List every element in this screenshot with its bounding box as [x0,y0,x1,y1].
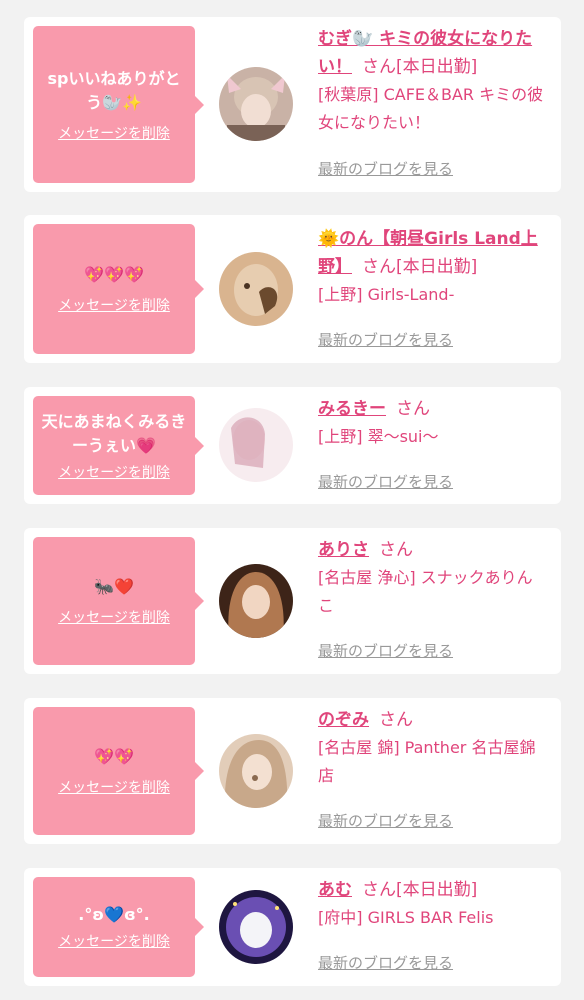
cast-info: あむ さん[本日出勤] [府中] GIRLS BAR Felis [318,876,548,932]
message-text: 💖💖 [94,747,134,766]
status-badge: [本日出勤] [396,57,478,77]
message-bubble: 💖💖💖 メッセージを削除 [33,224,204,354]
status-badge: [本日出勤] [396,880,478,900]
message-text: spいいねありがとう🦭✨ [47,68,181,112]
delete-message-link[interactable]: メッセージを削除 [58,123,170,143]
cast-name-link[interactable]: あむ [318,880,352,900]
shop-name: [名古屋 錦] Panther 名古屋錦店 [318,738,536,785]
cast-info: ありさ さん [名古屋 浄心] スナックありんこ [318,536,548,620]
avatar[interactable] [219,252,293,326]
message-bubble: 💖💖 メッセージを削除 [33,707,204,835]
avatar[interactable] [219,67,293,141]
delete-message-link[interactable]: メッセージを削除 [58,607,170,627]
honorific: さん [362,880,396,900]
message-bubble: 🐜❤️ メッセージを削除 [33,537,204,665]
latest-blog-link[interactable]: 最新のブログを見る [318,952,453,973]
honorific: さん [379,710,413,730]
latest-blog-link[interactable]: 最新のブログを見る [318,640,453,661]
honorific: さん [362,257,396,277]
message-text: .°ʚ💙ɞ°. [78,905,150,924]
cast-info: のぞみ さん [名古屋 錦] Panther 名古屋錦店 [318,706,548,790]
avatar[interactable] [219,890,293,964]
honorific: さん [396,399,430,419]
delete-message-link[interactable]: メッセージを削除 [58,931,170,951]
message-bubble: 天にあまねくみるきーうぇい💗 メッセージを削除 [33,396,204,495]
shop-name: [上野] 翠〜sui〜 [318,427,439,446]
shop-name: [名古屋 浄心] スナックありんこ [318,568,533,615]
delete-message-link[interactable]: メッセージを削除 [58,462,170,482]
avatar[interactable] [219,734,293,808]
message-bubble: .°ʚ💙ɞ°. メッセージを削除 [33,877,204,977]
message-list: spいいねありがとう🦭✨ メッセージを削除 むぎ🦭 キミの彼女になりたい！ さん[… [0,0,584,1000]
shop-name: [上野] Girls-Land- [318,285,455,304]
latest-blog-link[interactable]: 最新のブログを見る [318,329,453,350]
avatar[interactable] [219,564,293,638]
cast-info: みるきー さん [上野] 翠〜sui〜 [318,395,548,451]
cast-name-link[interactable]: みるきー [318,399,386,419]
delete-message-link[interactable]: メッセージを削除 [58,777,170,797]
message-text: 天にあまねくみるきーうぇい💗 [41,411,187,455]
cast-info: むぎ🦭 キミの彼女になりたい！ さん[本日出勤] [秋葉原] CAFE＆BAR キ… [318,25,548,137]
message-card: 💖💖💖 メッセージを削除 🌞のん【朝昼Girls Land上野】 さん[本日出勤]… [24,215,561,363]
message-card: 🐜❤️ メッセージを削除 ありさ さん [名古屋 浄心] スナックありんこ 最新の… [24,528,561,674]
message-card: spいいねありがとう🦭✨ メッセージを削除 むぎ🦭 キミの彼女になりたい！ さん[… [24,17,561,192]
latest-blog-link[interactable]: 最新のブログを見る [318,471,453,492]
avatar[interactable] [219,408,293,482]
message-bubble: spいいねありがとう🦭✨ メッセージを削除 [33,26,204,183]
latest-blog-link[interactable]: 最新のブログを見る [318,810,453,831]
shop-name: [秋葉原] CAFE＆BAR キミの彼女になりたい！ [318,85,544,132]
message-card: .°ʚ💙ɞ°. メッセージを削除 あむ さん[本日出勤] [府中] GIRLS B… [24,868,561,986]
message-text: 🐜❤️ [94,577,134,596]
message-text: 💖💖💖 [84,265,144,284]
cast-name-link[interactable]: のぞみ [318,710,369,730]
delete-message-link[interactable]: メッセージを削除 [58,295,170,315]
message-card: 天にあまねくみるきーうぇい💗 メッセージを削除 みるきー さん [上野] 翠〜su… [24,387,561,504]
cast-name-link[interactable]: ありさ [318,540,369,560]
cast-info: 🌞のん【朝昼Girls Land上野】 さん[本日出勤] [上野] Girls-L… [318,225,548,309]
shop-name: [府中] GIRLS BAR Felis [318,908,494,927]
latest-blog-link[interactable]: 最新のブログを見る [318,158,453,179]
message-card: 💖💖 メッセージを削除 のぞみ さん [名古屋 錦] Panther 名古屋錦店 … [24,698,561,844]
status-badge: [本日出勤] [396,257,478,277]
honorific: さん [362,57,396,77]
honorific: さん [379,540,413,560]
